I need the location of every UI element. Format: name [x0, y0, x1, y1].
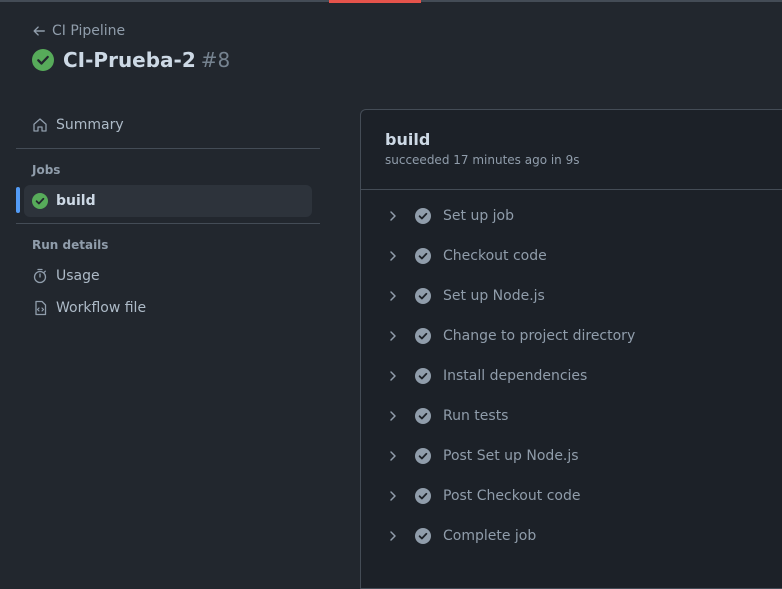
arrow-left-icon — [33, 26, 45, 36]
step-label: Run tests — [443, 408, 509, 424]
back-link-label: CI Pipeline — [52, 23, 126, 39]
success-check-icon — [32, 49, 54, 71]
sidebar: Summary Jobs build Run details Usage Wor… — [16, 108, 320, 324]
step-label: Install dependencies — [443, 368, 588, 384]
success-check-icon — [32, 193, 48, 209]
sidebar-item-label: Summary — [56, 117, 124, 133]
run-details-section-title: Run details — [32, 238, 109, 252]
stopwatch-icon — [33, 268, 47, 284]
step-success-icon — [415, 328, 431, 344]
chevron-right-icon — [390, 331, 396, 341]
sidebar-divider — [16, 223, 320, 224]
job-panel: build succeeded 17 minutes ago in 9s Set… — [360, 109, 782, 589]
step-label: Change to project directory — [443, 328, 636, 344]
step-row[interactable]: Set up job — [361, 196, 782, 236]
step-row[interactable]: Post Checkout code — [361, 476, 782, 516]
back-link[interactable]: CI Pipeline — [32, 23, 125, 39]
home-icon — [33, 118, 47, 132]
sidebar-job-label: build — [56, 193, 96, 209]
step-success-icon — [415, 368, 431, 384]
step-label: Checkout code — [443, 248, 547, 264]
step-row[interactable]: Complete job — [361, 516, 782, 556]
chevron-right-icon — [390, 411, 396, 421]
step-row[interactable]: Change to project directory — [361, 316, 782, 356]
page-title: CI-Prueba-2 #8 — [32, 48, 230, 72]
chevron-right-icon — [390, 491, 396, 501]
run-number: #8 — [200, 48, 231, 72]
sidebar-item-usage[interactable]: Usage — [16, 260, 320, 292]
step-success-icon — [415, 288, 431, 304]
job-title: build — [385, 130, 431, 149]
active-indicator — [16, 187, 20, 213]
step-row[interactable]: Install dependencies — [361, 356, 782, 396]
chevron-right-icon — [390, 251, 396, 261]
chevron-right-icon — [390, 371, 396, 381]
step-label: Post Set up Node.js — [443, 448, 579, 464]
sidebar-item-workflow-file[interactable]: Workflow file — [16, 292, 320, 324]
step-success-icon — [415, 528, 431, 544]
job-header: build succeeded 17 minutes ago in 9s — [361, 110, 782, 190]
step-label: Set up Node.js — [443, 288, 545, 304]
sidebar-item-summary[interactable]: Summary — [16, 108, 320, 142]
top-progress-accent — [329, 0, 421, 3]
chevron-right-icon — [390, 291, 396, 301]
step-list: Set up job Checkout code Set up Node.js Cha… — [361, 190, 782, 556]
run-name: CI-Prueba-2 — [63, 48, 196, 72]
step-success-icon — [415, 448, 431, 464]
sidebar-item-label: Usage — [56, 268, 100, 284]
step-success-icon — [415, 208, 431, 224]
chevron-right-icon — [390, 211, 396, 221]
jobs-section-title: Jobs — [32, 163, 61, 177]
step-row[interactable]: Run tests — [361, 396, 782, 436]
step-row[interactable]: Post Set up Node.js — [361, 436, 782, 476]
sidebar-job-build[interactable]: build — [16, 185, 312, 217]
job-status: succeeded 17 minutes ago in 9s — [385, 153, 580, 167]
file-code-icon — [35, 300, 47, 316]
step-success-icon — [415, 408, 431, 424]
chevron-right-icon — [390, 451, 396, 461]
step-row[interactable]: Set up Node.js — [361, 276, 782, 316]
step-success-icon — [415, 248, 431, 264]
step-success-icon — [415, 488, 431, 504]
step-label: Complete job — [443, 528, 537, 544]
step-label: Post Checkout code — [443, 488, 581, 504]
sidebar-divider — [16, 148, 320, 149]
sidebar-item-label: Workflow file — [56, 300, 147, 316]
step-label: Set up job — [443, 208, 514, 224]
step-row[interactable]: Checkout code — [361, 236, 782, 276]
chevron-right-icon — [390, 531, 396, 541]
